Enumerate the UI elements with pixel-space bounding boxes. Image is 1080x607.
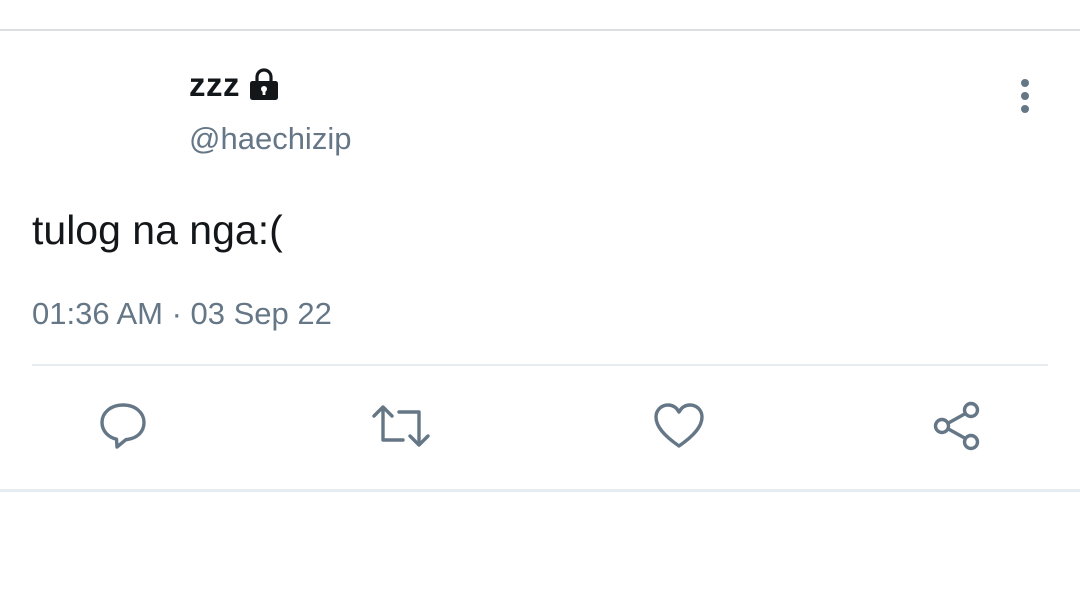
reply-button[interactable] [93, 398, 153, 458]
heart-icon [653, 402, 705, 455]
like-button[interactable] [649, 398, 709, 458]
retweet-icon [371, 400, 431, 457]
display-name-row[interactable]: zzz [189, 65, 280, 105]
tweet-card: zzz @haechizip tulog na nga:( 01:36 AM ·… [0, 31, 1080, 491]
tweet-text: tulog na nga:( [32, 207, 283, 253]
display-name: zzz [189, 66, 240, 103]
share-button[interactable] [927, 398, 987, 458]
action-bar [0, 366, 1080, 488]
avatar[interactable] [32, 65, 152, 185]
bottom-divider [0, 489, 1080, 492]
more-options-icon[interactable] [1010, 77, 1040, 117]
top-bar [0, 0, 1080, 31]
reply-icon [97, 400, 149, 457]
lock-icon [248, 68, 280, 102]
user-handle[interactable]: @haechizip [189, 121, 351, 157]
timestamp[interactable]: 01:36 AM · 03 Sep 22 [32, 296, 332, 332]
retweet-button[interactable] [371, 398, 431, 458]
share-icon [931, 400, 983, 457]
